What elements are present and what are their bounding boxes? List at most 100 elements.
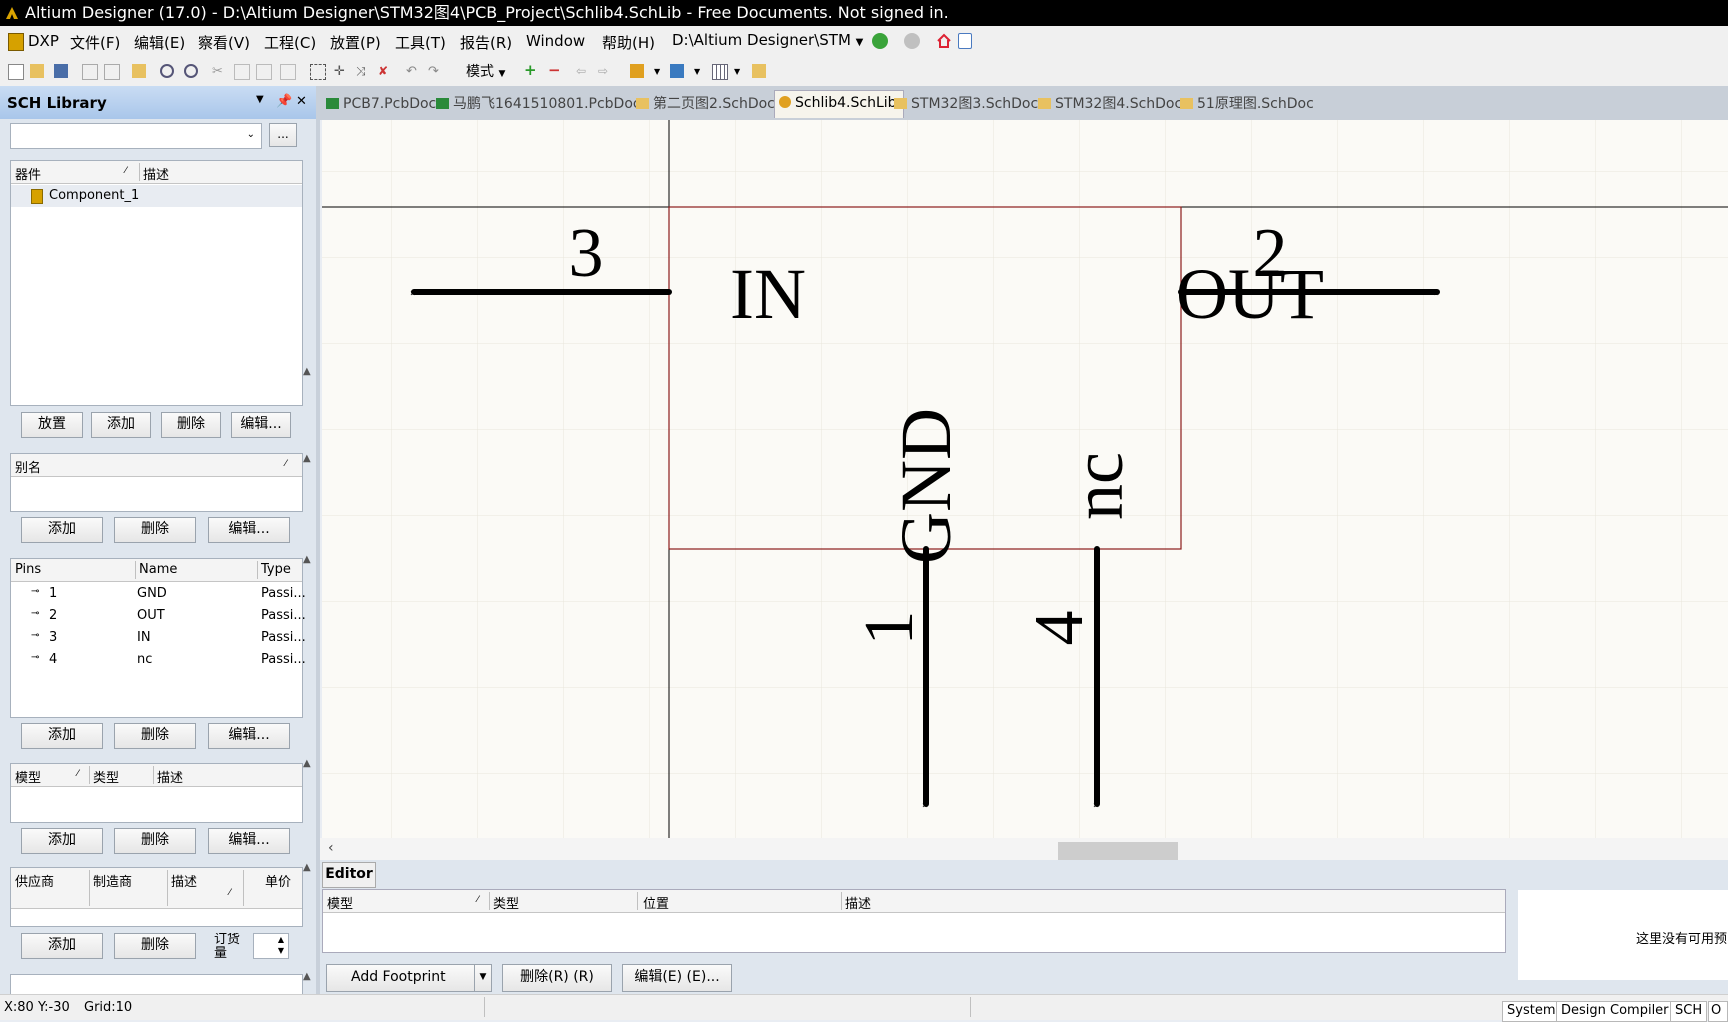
- path-combo[interactable]: D:\Altium Designer\STM ▼: [672, 31, 863, 49]
- edit-pin-button[interactable]: 编辑...: [208, 723, 290, 749]
- home-icon[interactable]: [936, 33, 952, 49]
- spin-up-icon[interactable]: ▲: [278, 935, 284, 944]
- table-row[interactable]: ⊸ 3 IN Passi...: [11, 627, 306, 649]
- horizontal-scrollbar[interactable]: ‹: [320, 838, 1728, 860]
- collapse-icon[interactable]: ▲: [303, 862, 311, 873]
- header-model-type[interactable]: 类型: [93, 767, 119, 786]
- add-icon[interactable]: +: [524, 61, 538, 79]
- refresh-icon[interactable]: [958, 33, 972, 49]
- collapse-icon[interactable]: ▲: [303, 758, 311, 769]
- place-pin-icon[interactable]: [630, 64, 644, 78]
- cross-select-icon[interactable]: ⤨: [356, 64, 370, 78]
- chevron-down-icon[interactable]: ▼: [654, 67, 668, 81]
- paste-icon[interactable]: [256, 64, 272, 80]
- collapse-icon[interactable]: ▲: [303, 453, 311, 464]
- edit-footprint-button[interactable]: 编辑(E) (E)...: [622, 964, 732, 992]
- grid-icon[interactable]: [712, 64, 728, 80]
- tab-schlib4[interactable]: Schlib4.SchLib: [774, 90, 904, 118]
- next-icon[interactable]: ⇨: [598, 64, 612, 78]
- tab-pcb-mpf[interactable]: 马鹏飞1641510801.PcbDoc: [436, 93, 641, 120]
- add-component-button[interactable]: 添加: [91, 412, 151, 438]
- header-model[interactable]: 模型: [15, 767, 41, 786]
- tab-sch-page2[interactable]: 第二页图2.SchDoc: [636, 93, 775, 120]
- new-icon[interactable]: [8, 64, 24, 80]
- header-model-description[interactable]: 描述: [157, 767, 183, 786]
- chevron-down-icon[interactable]: ▼: [734, 67, 748, 81]
- scroll-left-icon[interactable]: ‹: [328, 840, 334, 856]
- chevron-down-icon[interactable]: ▼: [694, 67, 708, 81]
- schematic-canvas[interactable]: × × × × 3 2 1 4 IN OUT GND nc: [322, 120, 1728, 838]
- header-description[interactable]: 描述: [845, 893, 871, 912]
- drawing-tools-icon[interactable]: [670, 64, 684, 78]
- header-type[interactable]: Type: [261, 562, 291, 577]
- menu-dxp[interactable]: DXP: [28, 32, 59, 50]
- open-doc-icon[interactable]: [132, 64, 146, 78]
- delete-pin-button[interactable]: 删除: [114, 723, 196, 749]
- tab-stm32-4[interactable]: STM32图4.SchDoc: [1038, 93, 1182, 120]
- header-description[interactable]: 描述: [143, 164, 169, 183]
- open-icon[interactable]: [30, 64, 44, 78]
- header-pins[interactable]: Pins: [15, 562, 41, 577]
- header-unit-price[interactable]: 单价: [265, 871, 291, 890]
- pin-icon[interactable]: 📌: [276, 94, 292, 109]
- add-alias-button[interactable]: 添加: [21, 517, 103, 543]
- add-pin-button[interactable]: 添加: [21, 723, 103, 749]
- collapse-icon[interactable]: ▲: [303, 366, 311, 377]
- add-model-button[interactable]: 添加: [21, 828, 103, 854]
- delete-alias-button[interactable]: 删除: [114, 517, 196, 543]
- header-supplier-description[interactable]: 描述: [171, 871, 197, 890]
- header-model[interactable]: 模型: [327, 893, 353, 912]
- copy-icon[interactable]: [234, 64, 250, 80]
- delete-component-button[interactable]: 删除: [161, 412, 221, 438]
- table-row[interactable]: ⊸ 4 nc Passi...: [11, 649, 306, 671]
- undo-icon[interactable]: ↶: [406, 64, 420, 79]
- add-footprint-button[interactable]: Add Footprint: [326, 964, 478, 992]
- header-component[interactable]: 器件: [15, 164, 41, 183]
- redo-icon[interactable]: ↷: [428, 64, 442, 79]
- print-icon[interactable]: [82, 64, 98, 80]
- add-model-dropdown[interactable]: ▼: [474, 964, 492, 992]
- menu-view[interactable]: 察看(V): [198, 32, 250, 53]
- move-icon[interactable]: ✛: [334, 64, 348, 79]
- tab-51[interactable]: 51原理图.SchDoc: [1180, 93, 1314, 120]
- header-alias[interactable]: 别名: [15, 457, 41, 476]
- collapse-icon[interactable]: ▲: [303, 971, 311, 982]
- zoom-in-icon[interactable]: [160, 64, 174, 78]
- rubber-stamp-icon[interactable]: [280, 64, 296, 80]
- header-name[interactable]: Name: [139, 562, 177, 577]
- previous-icon[interactable]: ⇦: [576, 64, 590, 78]
- scrollbar-thumb[interactable]: [1058, 842, 1178, 860]
- back-icon[interactable]: [872, 33, 888, 49]
- filter-combo[interactable]: ⌄: [10, 123, 262, 149]
- header-manufacturer[interactable]: 制造商: [93, 871, 132, 890]
- collapse-icon[interactable]: ▲: [303, 554, 311, 565]
- delete-model-button[interactable]: 删除: [114, 828, 196, 854]
- list-item[interactable]: Component_1: [11, 185, 302, 207]
- delete-supplier-button[interactable]: 删除: [114, 933, 196, 959]
- menu-place[interactable]: 放置(P): [330, 32, 381, 53]
- edit-model-button[interactable]: 编辑...: [208, 828, 290, 854]
- save-icon[interactable]: [54, 64, 68, 78]
- folder-icon[interactable]: [752, 64, 766, 78]
- close-icon[interactable]: ✕: [296, 94, 307, 109]
- remove-icon[interactable]: −: [548, 61, 562, 79]
- panel-menu-icon[interactable]: ▼: [256, 94, 264, 105]
- schematic-drawing[interactable]: × × × × 3 2 1 4 IN OUT GND nc: [322, 120, 1728, 838]
- menu-file[interactable]: 文件(F): [70, 32, 120, 53]
- menu-reports[interactable]: 报告(R): [460, 32, 512, 53]
- editor-tab[interactable]: Editor: [322, 862, 376, 888]
- menu-project[interactable]: 工程(C): [264, 32, 316, 53]
- order-quantity-spinner[interactable]: ▲ ▼: [253, 933, 289, 959]
- place-button[interactable]: 放置: [21, 412, 83, 438]
- table-row[interactable]: ⊸ 2 OUT Passi...: [11, 605, 306, 627]
- forward-icon[interactable]: [904, 33, 920, 49]
- tab-stm32-3[interactable]: STM32图3.SchDoc: [894, 93, 1038, 120]
- delete-footprint-button[interactable]: 删除(R) (R): [502, 964, 612, 992]
- header-location[interactable]: 位置: [643, 893, 669, 912]
- print-preview-icon[interactable]: [104, 64, 120, 80]
- menu-help[interactable]: 帮助(H): [602, 32, 655, 53]
- add-supplier-button[interactable]: 添加: [21, 933, 103, 959]
- header-supplier[interactable]: 供应商: [15, 871, 54, 890]
- header-type[interactable]: 类型: [493, 893, 519, 912]
- edit-component-button[interactable]: 编辑...: [231, 412, 291, 438]
